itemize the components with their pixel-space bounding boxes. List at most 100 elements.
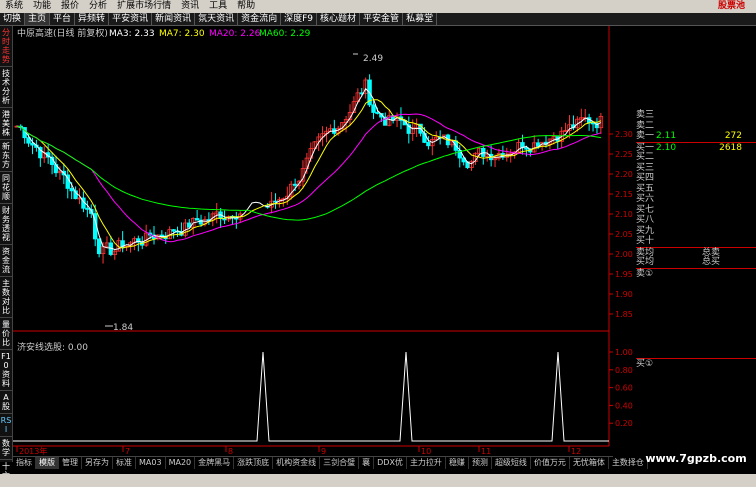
order-row: 买二: [636, 152, 756, 163]
sidebar-item[interactable]: RSI: [0, 414, 12, 437]
order-label: 买七: [636, 204, 655, 215]
toolbar-tab[interactable]: 异频转: [75, 13, 110, 25]
sidebar-item[interactable]: A股: [0, 391, 12, 414]
candle-body: [171, 229, 176, 232]
indicator-tab[interactable]: MA20: [166, 457, 196, 469]
order-label: 买三: [636, 162, 655, 173]
toolbar: 切换 主页 平台 异频转 平安资讯 新闻资讯 氛天资讯 资金流向 深度F9 核心题材 平安金管 私募堂: [0, 13, 756, 26]
order-volume: [692, 152, 742, 163]
toolbar-tab[interactable]: 私募堂: [403, 13, 438, 25]
order-label: 卖二: [636, 120, 655, 131]
order-price: [656, 163, 692, 174]
indicator-tab[interactable]: 价值万元: [531, 457, 570, 469]
order-row: 买七: [636, 205, 756, 216]
menu-item[interactable]: 分析: [84, 0, 112, 13]
menu-item[interactable]: 帮助: [232, 0, 260, 13]
candle-body: [375, 112, 380, 114]
order-label: 卖一: [636, 131, 655, 141]
indicator-tab[interactable]: 三剑合璧: [320, 457, 360, 469]
indicator-tab[interactable]: 另存为: [82, 457, 113, 469]
order-label: 卖均: [636, 247, 655, 258]
sidebar-item[interactable]: 财务透视: [0, 204, 12, 245]
order-volume: [692, 173, 742, 184]
menu-item[interactable]: 工具: [204, 0, 232, 13]
order-price: [656, 269, 692, 279]
order-row: 卖均 总卖: [636, 246, 756, 258]
indicator-tab[interactable]: 管理: [59, 457, 82, 469]
toolbar-tab[interactable]: 主页: [25, 13, 51, 25]
sidebar-item[interactable]: 港美株: [0, 108, 12, 140]
order-volume: [692, 215, 742, 226]
order-price: [656, 205, 692, 216]
order-volume: [692, 269, 742, 279]
sidebar-item[interactable]: 资金流: [0, 245, 12, 277]
indicator-tab[interactable]: 襄: [359, 457, 375, 469]
watermark: www.7gpzb.com: [645, 452, 747, 465]
toolbar-tab[interactable]: 核心题材: [317, 13, 361, 25]
chart-area[interactable]: 2.30 2.25 2.20 2.15 2.10 2.05 2.00 1.95 1.90 1.85…: [13, 26, 636, 456]
indicator-tab[interactable]: 机构资金线: [273, 457, 321, 469]
indicator-tab[interactable]: 超级短线: [492, 457, 531, 469]
indicator-tab[interactable]: 涨跌顶底: [234, 457, 274, 469]
order-row: 买四: [636, 173, 756, 184]
order-price: [656, 173, 692, 184]
indicator-tab[interactable]: 无忧箱体: [570, 457, 609, 469]
indicator-tab[interactable]: DDX优: [374, 457, 407, 469]
order-price: [656, 248, 692, 258]
date-tick: 10: [421, 447, 431, 456]
indicator-tab[interactable]: 金牌黑马: [195, 457, 235, 469]
indicator-tab[interactable]: 主力拉升: [407, 457, 446, 469]
order-row: 买五: [636, 184, 756, 195]
indicator-tab[interactable]: MA03: [136, 457, 166, 469]
chart-title: 中原高速(日线 前复权): [17, 27, 108, 39]
sidebar-item[interactable]: 技术分析: [0, 67, 12, 108]
menu-item[interactable]: 报价: [56, 0, 84, 13]
indicator-tabs: 指标 模版 管理 另存为 标准 MA03 MA20 金牌黑马 涨跌顶底 机构资金线 三剑合璧襄 DDX…: [13, 456, 648, 469]
price-tick: 2.20: [615, 170, 633, 179]
order-row: 卖三: [636, 110, 756, 121]
toolbar-tab[interactable]: 资金流向: [238, 13, 282, 25]
indicator-tab[interactable]: 稳赚: [446, 457, 469, 469]
app-logo: 股票池: [717, 1, 745, 11]
order-label: 买二: [636, 152, 655, 162]
order-volume: 2618: [719, 142, 742, 153]
order-row: 买六: [636, 194, 756, 205]
sidebar-item[interactable]: 同花顺: [0, 172, 12, 204]
indicator-tab[interactable]: 预测: [469, 457, 492, 469]
indicator-tab[interactable]: 模版: [36, 457, 59, 469]
sidebar-item[interactable]: F10资料: [0, 350, 12, 391]
date-tick: 2013年: [19, 446, 47, 456]
menu-item[interactable]: 扩展市场行情: [112, 0, 176, 13]
sidebar-item[interactable]: 主数对比: [0, 277, 12, 318]
sidebar-item[interactable]: 数学: [0, 437, 12, 460]
toolbar-tab[interactable]: 平安金管: [360, 13, 404, 25]
toolbar-tab[interactable]: 深度F9: [281, 13, 318, 25]
toolbar-tab[interactable]: 切换: [0, 13, 26, 25]
toolbar-tab[interactable]: 新闻资讯: [152, 13, 196, 25]
toolbar-tab[interactable]: 平台: [50, 13, 76, 25]
price-tick: 2.30: [615, 130, 633, 139]
indicator-tick: 0.80: [615, 366, 633, 375]
indicator-tab[interactable]: 指标: [13, 457, 36, 469]
sidebar-item[interactable]: 量价比: [0, 318, 12, 350]
order-row: 买一 2.10 2618: [636, 141, 756, 153]
candle-body: [194, 218, 200, 221]
order-price: [656, 236, 692, 247]
menu-item[interactable]: 功能: [28, 0, 56, 13]
ma-legend-item: MA3: 2.33: [109, 29, 155, 39]
sidebar-item[interactable]: 分时走势: [0, 26, 12, 67]
toolbar-tab[interactable]: 氛天资讯: [195, 13, 239, 25]
order-volume: [692, 121, 742, 132]
buy-marker: 买①: [636, 358, 756, 369]
sidebar-item[interactable]: 新东方: [0, 140, 12, 172]
order-price: [656, 226, 692, 237]
indicator-tab[interactable]: 标准: [113, 457, 136, 469]
menu-item[interactable]: 系统: [0, 0, 28, 13]
order-volume: 272: [724, 131, 742, 141]
toolbar-tab[interactable]: 平安资讯: [109, 13, 153, 25]
menu-item[interactable]: 资讯: [176, 0, 204, 13]
price-tick: 1.85: [615, 310, 633, 319]
order-row: 买九: [636, 226, 756, 237]
order-volume: [692, 226, 742, 237]
order-row: 卖一 2.11 272: [636, 131, 756, 142]
